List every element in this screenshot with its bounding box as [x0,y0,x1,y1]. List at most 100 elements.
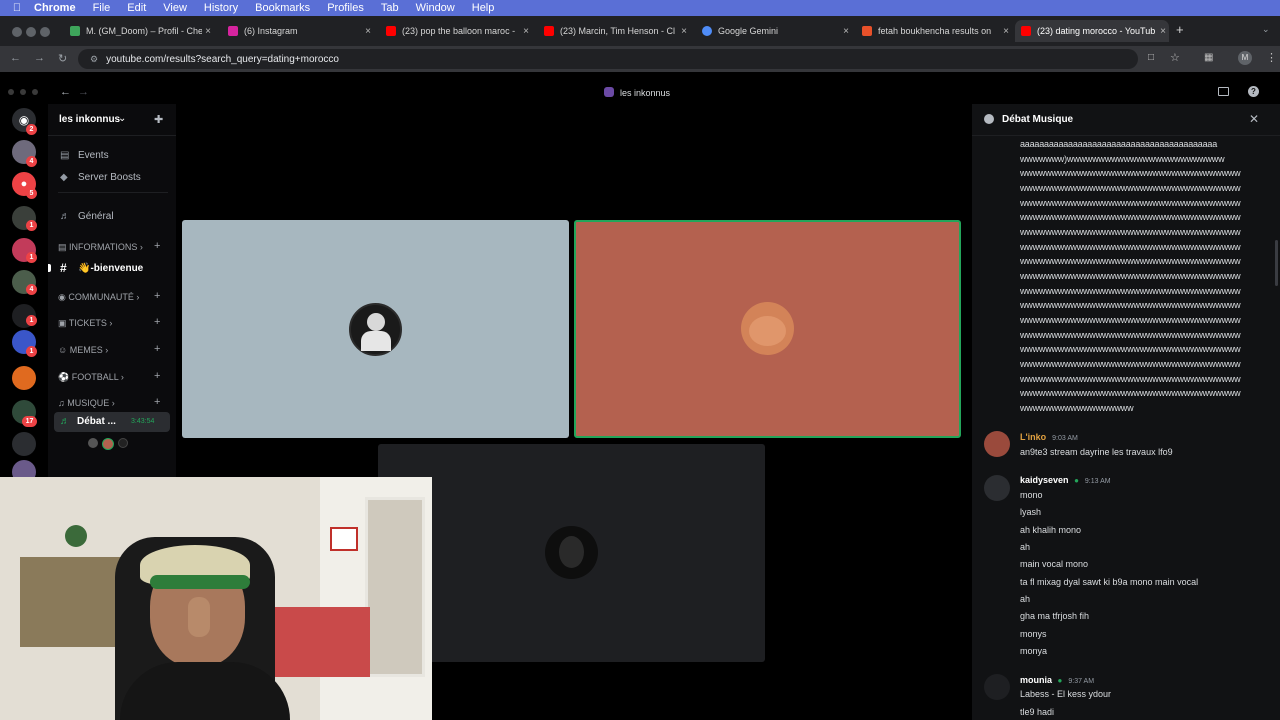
browser-tab[interactable]: (23) pop the balloon maroc - × [380,20,532,42]
close-window-dot[interactable] [12,27,22,37]
message-header: mounia ● 9:37 AM [1020,675,1094,685]
menu-history[interactable]: History [204,2,238,14]
chat-scrollbar[interactable] [1275,240,1278,286]
voice-user-avatar[interactable] [102,438,114,450]
category-informations[interactable]: ▤ INFORMATIONS › [58,242,143,253]
voice-user-avatar[interactable] [88,438,98,448]
add-member-icon[interactable]: ✚ [154,113,163,126]
add-channel-icon[interactable]: + [154,396,160,408]
close-tab-icon[interactable]: × [202,26,214,37]
browser-tab[interactable]: (6) Instagram × [222,20,374,42]
cast-icon[interactable]: □ [1148,52,1154,63]
gemini-icon [702,26,712,36]
message-author[interactable]: kaidyseven [1020,475,1069,485]
apple-icon[interactable]:  [0,2,34,14]
add-channel-icon[interactable]: + [154,343,160,355]
notification-badge: 17 [22,416,37,427]
menu-tab[interactable]: Tab [381,2,399,14]
forward-arrow-icon[interactable]: → [78,86,89,98]
chevron-down-icon[interactable]: ⌄ [118,113,126,124]
server-icon[interactable] [12,366,36,390]
address-bar[interactable]: ⚙ youtube.com/results?search_query=datin… [78,49,1138,69]
menu-bookmarks[interactable]: Bookmarks [255,2,310,14]
channel-label: Général [78,211,114,222]
close-icon[interactable]: ✕ [1249,112,1259,126]
add-channel-icon[interactable]: + [154,240,160,252]
reload-icon[interactable]: ↻ [58,52,67,65]
tab-search-icon[interactable]: ⌄ [1262,24,1270,35]
add-channel-icon[interactable]: + [154,370,160,382]
participant-tile-speaking[interactable] [574,220,961,438]
server-icon[interactable] [12,432,36,456]
category-communaute[interactable]: ◉ COMMUNAUTÉ › [58,292,139,303]
site-info-icon[interactable]: ⚙ [90,54,98,65]
bookmark-star-icon[interactable]: ☆ [1170,51,1180,64]
tab-title: Google Gemini [718,26,779,36]
browser-tab[interactable]: Google Gemini × [696,20,852,42]
browser-tab[interactable]: (23) Marcin, Tim Henson - Cl × [538,20,690,42]
message-line: ah [1020,594,1031,604]
add-channel-icon[interactable]: + [154,316,160,328]
message-line: wwwwwwwwwwwwwwwwwwwwwwwwwwwwwwwwwww [1020,227,1241,237]
menu-profiles[interactable]: Profiles [327,2,364,14]
help-icon[interactable]: ? [1248,86,1259,97]
role-badge-icon: ● [1074,476,1079,485]
extensions-icon[interactable]: ▦ [1204,52,1213,63]
voice-user-avatar[interactable] [118,438,128,448]
chrome-menu-icon[interactable]: ⋮ [1266,51,1277,64]
category-football[interactable]: ⚽ FOOTBALL › [58,372,124,383]
server-name[interactable]: les inkonnus [59,114,120,125]
window-dot [20,89,26,95]
add-channel-icon[interactable]: + [154,290,160,302]
profile-avatar-icon[interactable]: M [1238,51,1252,65]
category-tickets[interactable]: ▣ TICKETS › [58,318,112,329]
menu-help[interactable]: Help [472,2,495,14]
channel-server-boosts[interactable]: ◆ Server Boosts [60,172,141,183]
notification-badge: 1 [26,346,37,357]
message-line: ta fl mixag dyal sawt ki b9a mono main v… [1020,577,1199,587]
menu-window[interactable]: Window [416,2,455,14]
back-arrow-icon[interactable]: ← [60,86,71,98]
close-tab-icon[interactable]: × [362,26,374,37]
boost-icon: ◆ [60,172,68,183]
channel-events[interactable]: ▤ Events [60,150,109,161]
forward-arrow-icon[interactable]: → [34,52,45,64]
message-header: kaidyseven ● 9:13 AM [1020,475,1111,485]
close-tab-icon[interactable]: × [520,26,532,37]
tab-favicon-icon [70,26,80,36]
close-tab-icon[interactable]: × [678,26,690,37]
window-title: les inkonnus [620,88,671,98]
inbox-icon[interactable] [1218,87,1229,96]
menu-file[interactable]: File [93,2,111,14]
browser-tab-active[interactable]: (23) dating morocco - YouTub × [1015,20,1169,42]
participant-tile[interactable] [182,220,569,438]
notification-badge: 5 [26,188,37,199]
user-avatar[interactable] [984,674,1010,700]
category-musique[interactable]: ♫ MUSIQUE › [58,398,115,408]
tab-title: fetah boukhencha results on [878,26,992,36]
channel-bienvenue[interactable]: # 👋-bienvenue [60,261,143,275]
message-author[interactable]: mounia [1020,675,1052,685]
menu-view[interactable]: View [163,2,187,14]
user-avatar[interactable] [984,431,1010,457]
close-tab-icon[interactable]: × [840,26,852,37]
zoom-window-dot[interactable] [40,27,50,37]
back-arrow-icon[interactable]: ← [10,52,21,64]
new-tab-button[interactable]: + [1176,22,1184,37]
browser-tab[interactable]: fetah boukhencha results on × [856,20,1012,42]
menu-chrome[interactable]: Chrome [34,2,76,14]
tab-favicon-icon [862,26,872,36]
minimize-window-dot[interactable] [26,27,36,37]
message-line: gha ma tfrjosh fih [1020,611,1090,621]
message-line: wwwwwwwwwwwwwwwwwwwwwwwwwwwwwwwwwww [1020,330,1241,340]
user-avatar[interactable] [984,475,1010,501]
browser-tab[interactable]: M. (GM_Doom) – Profil - Che × [64,20,214,42]
category-memes[interactable]: ☺ MEMES › [58,345,108,355]
message-author[interactable]: L'inko [1020,432,1046,442]
channel-general[interactable]: ♬ Général [60,211,114,222]
close-tab-icon[interactable]: × [1157,26,1169,37]
channel-label: 👋-bienvenue [78,262,144,274]
menu-edit[interactable]: Edit [127,2,146,14]
close-tab-icon[interactable]: × [1000,26,1012,37]
participant-tile[interactable] [378,444,765,662]
